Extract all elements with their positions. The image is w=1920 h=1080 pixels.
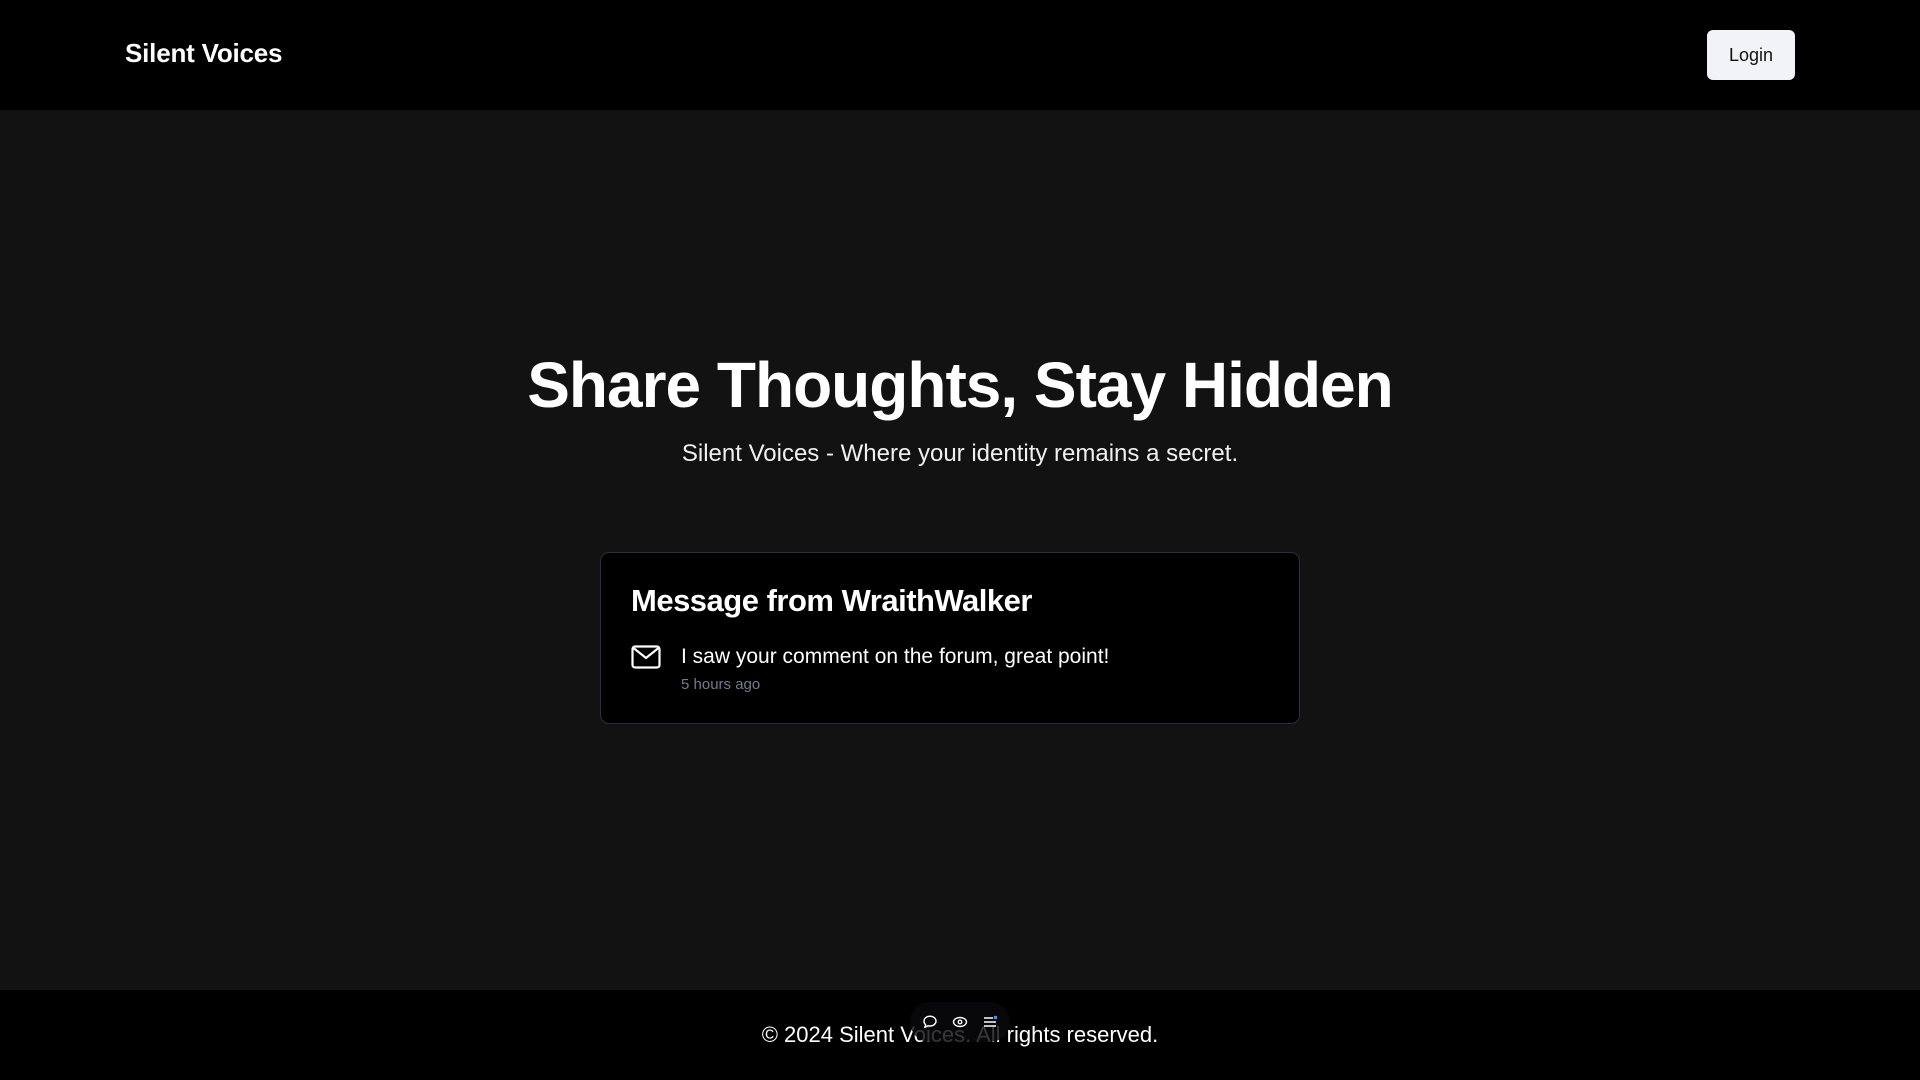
comment-icon[interactable]	[921, 1013, 939, 1031]
eye-icon[interactable]	[951, 1013, 969, 1031]
site-header: Silent Voices Login	[0, 0, 1920, 110]
login-button[interactable]: Login	[1707, 30, 1795, 80]
message-card: Message from WraithWalker I saw your com…	[600, 552, 1300, 724]
menu-icon[interactable]	[981, 1013, 999, 1031]
message-timestamp: 5 hours ago	[681, 676, 761, 693]
hero-title: Share Thoughts, Stay Hidden	[527, 349, 1394, 421]
floating-toolbar	[910, 1002, 1010, 1042]
hero-subtitle: Silent Voices - Where your identity rema…	[681, 440, 1239, 467]
brand-logo[interactable]: Silent Voices	[125, 38, 283, 69]
message-card-title: Message from WraithWalker	[631, 583, 1032, 618]
message-text: I saw your comment on the forum, great p…	[681, 645, 1110, 668]
mail-icon	[631, 644, 661, 670]
